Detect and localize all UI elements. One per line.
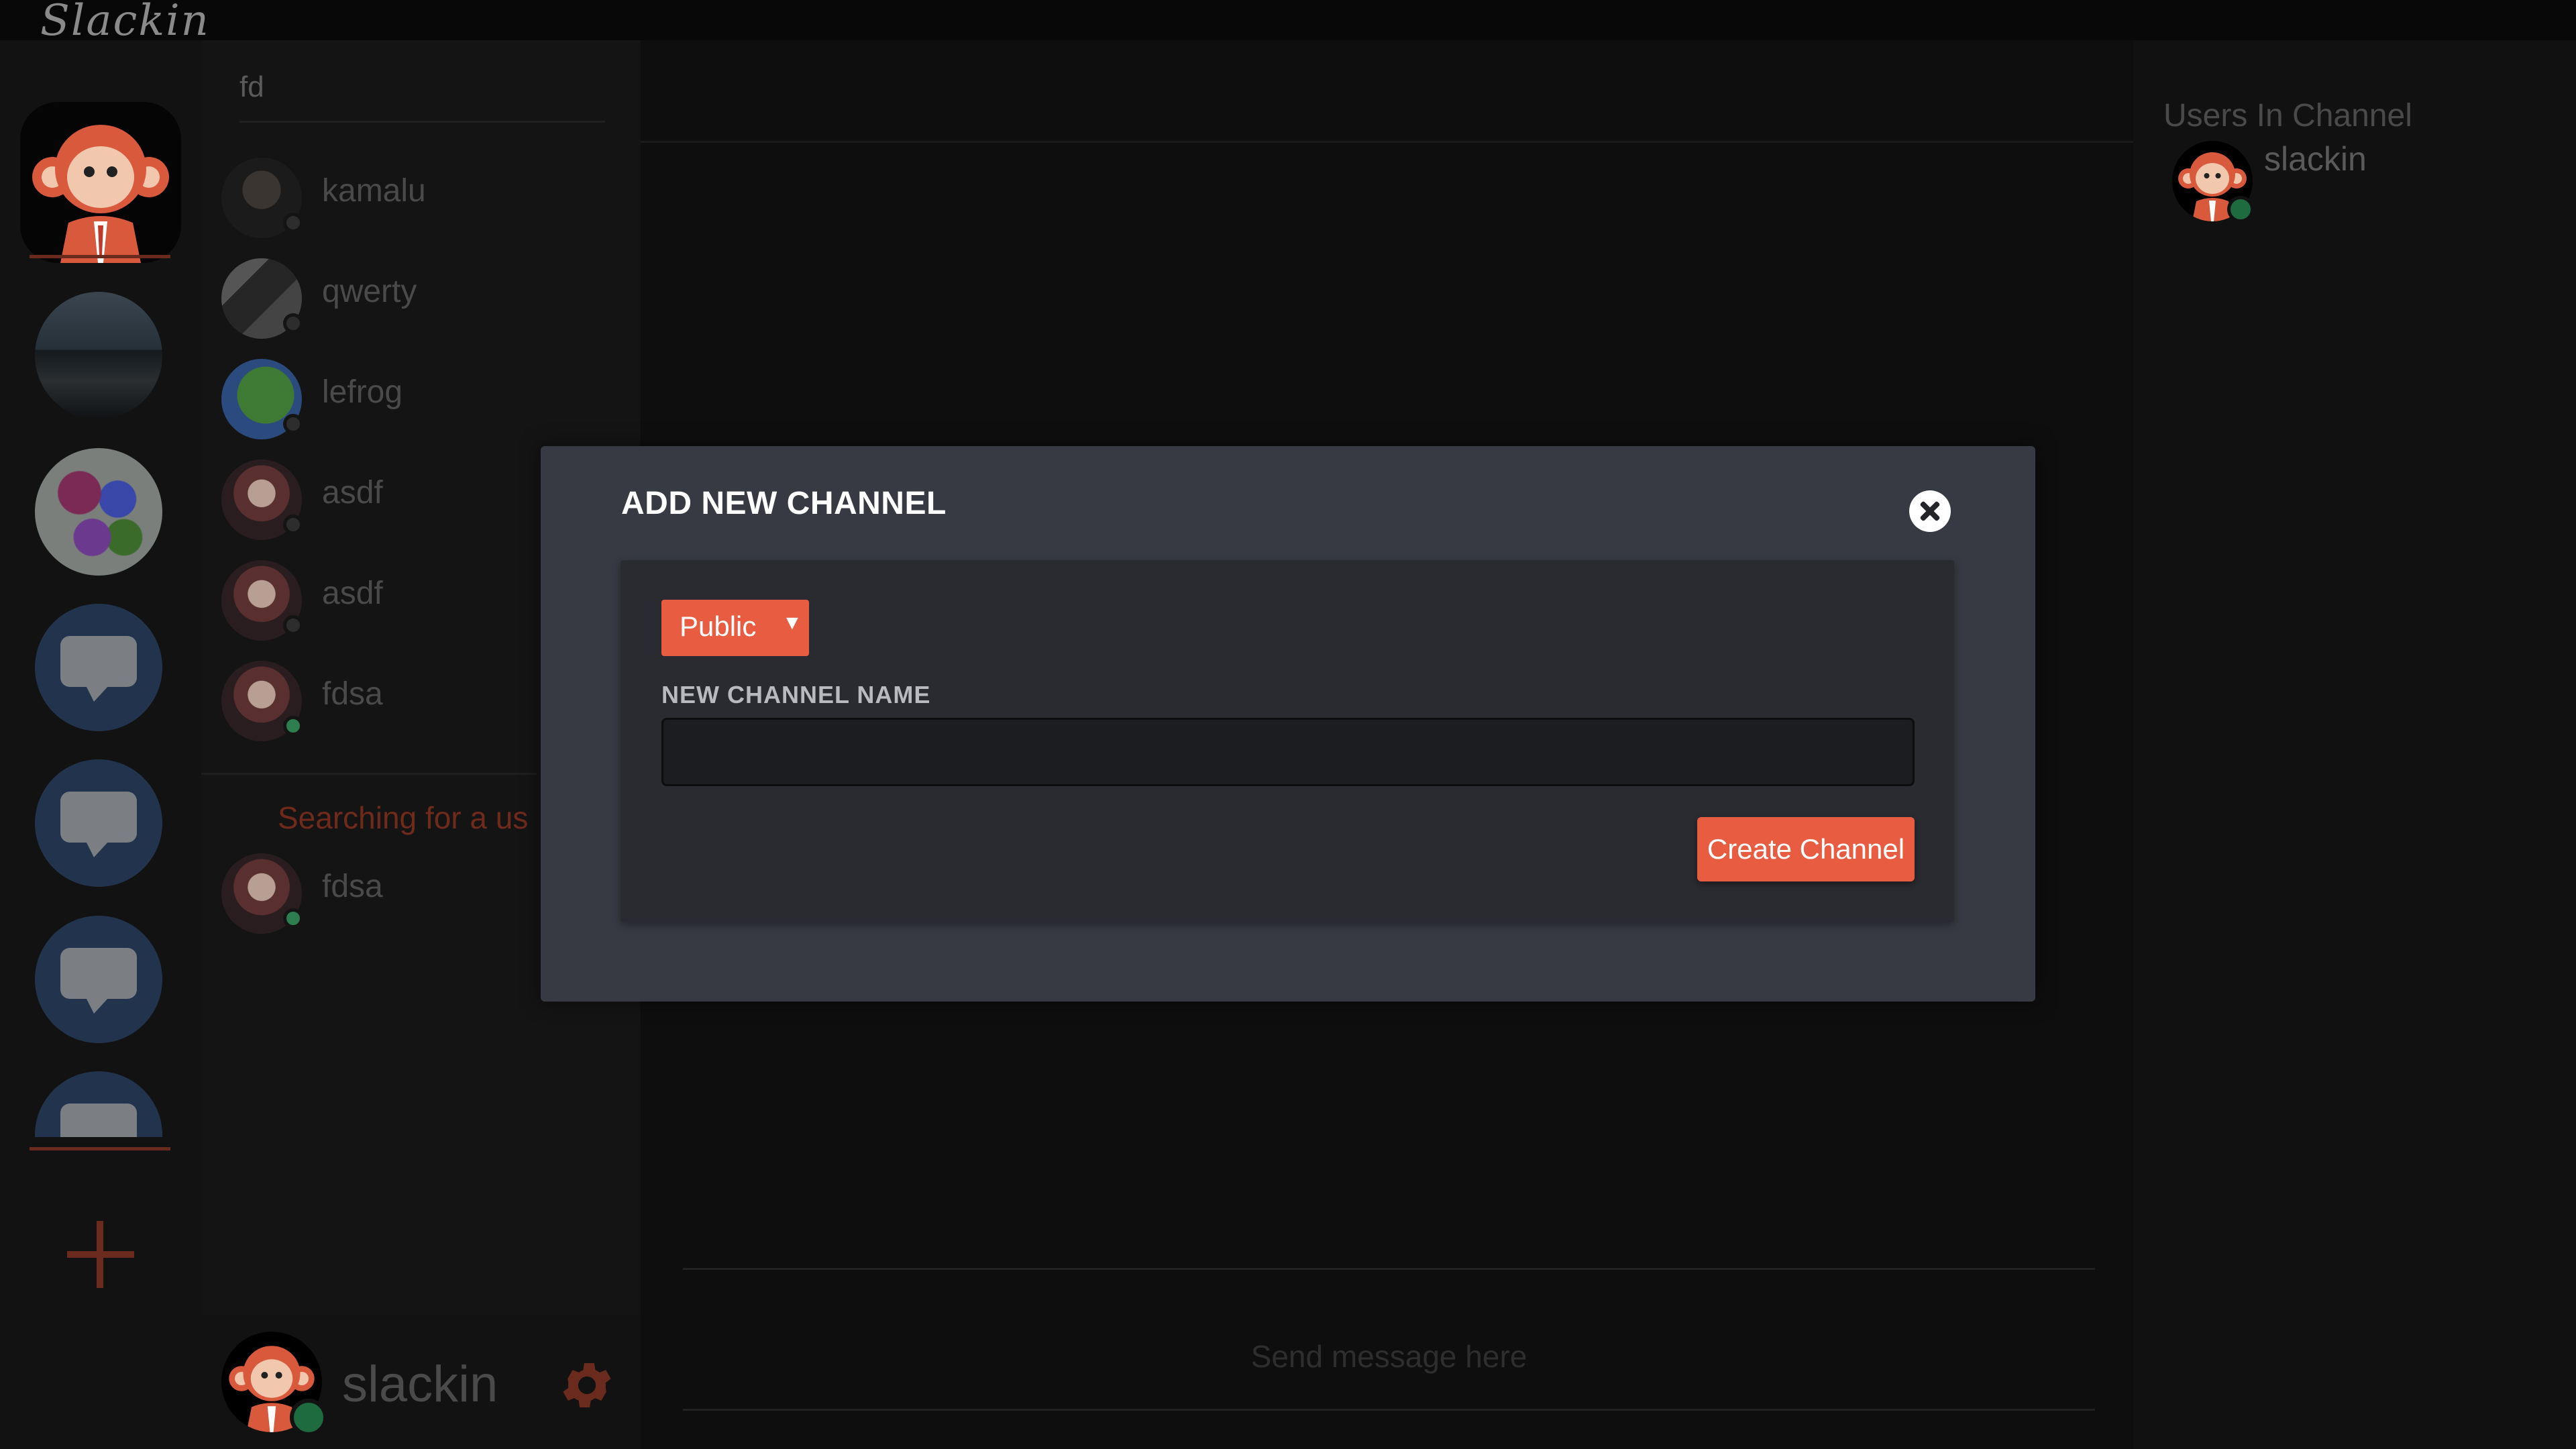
users-in-channel-panel (2133, 40, 2576, 1449)
rail-divider (30, 255, 170, 258)
status-dot (283, 716, 303, 736)
close-icon[interactable] (1909, 490, 1951, 532)
status-dot (283, 313, 303, 333)
home-server-avatar[interactable] (20, 102, 181, 263)
chat-header-divider (641, 141, 2133, 143)
modal-title: ADD NEW CHANNEL (621, 486, 947, 521)
server-flowers-avatar[interactable] (35, 448, 162, 576)
channel-user-status-dot (2227, 196, 2254, 223)
create-channel-button[interactable]: Create Channel (1697, 817, 1915, 881)
composer-divider-top (683, 1268, 2095, 1270)
contact-row[interactable]: kamalu (221, 158, 597, 245)
server-mountain-avatar[interactable] (35, 292, 162, 419)
contact-name: kamalu (322, 173, 426, 209)
monkey-logo-icon (32, 125, 169, 263)
user-search-input[interactable]: fd (239, 70, 264, 104)
users-in-channel-title: Users In Channel (2163, 98, 2412, 133)
status-dot (283, 908, 303, 928)
message-input[interactable]: Send message here (683, 1338, 2095, 1375)
current-user-name: slackin (342, 1356, 498, 1413)
channel-visibility-select[interactable]: Public ▼ (661, 600, 809, 656)
search-notice: Searching for a us (278, 800, 529, 835)
server-chat-3[interactable] (35, 916, 162, 1043)
app-logo: Slackin (40, 0, 210, 46)
chat-bubble-icon (60, 636, 137, 702)
chat-bubble-icon (60, 948, 137, 1014)
contacts-divider (201, 773, 537, 775)
chevron-down-icon: ▼ (782, 612, 802, 634)
add-server-plus-icon[interactable] (67, 1221, 134, 1288)
search-result-name: fdsa (322, 869, 383, 904)
server-rail (0, 40, 201, 1449)
visibility-selected-value: Public (680, 610, 757, 642)
contact-name: asdf (322, 576, 383, 611)
search-underline (239, 121, 605, 123)
top-bar (0, 0, 2576, 40)
contact-name: qwerty (322, 274, 417, 309)
contact-name: fdsa (322, 676, 383, 712)
channel-name-label: NEW CHANNEL NAME (661, 681, 931, 708)
status-dot (283, 615, 303, 635)
contact-row[interactable]: qwerty (221, 258, 597, 345)
channel-user-name: slackin (2264, 140, 2367, 178)
contact-name: asdf (322, 475, 383, 511)
channel-name-input[interactable] (661, 718, 1915, 786)
chat-bubble-icon (60, 792, 137, 857)
composer-divider-bottom (683, 1409, 2095, 1411)
server-chat-2[interactable] (35, 759, 162, 887)
settings-gear-icon[interactable] (557, 1355, 617, 1415)
contact-row[interactable]: lefrog (221, 359, 597, 446)
contact-name: lefrog (322, 374, 403, 410)
server-chat-4[interactable] (35, 1071, 162, 1137)
rail-divider (30, 1147, 170, 1150)
server-chat-1[interactable] (35, 604, 162, 731)
chat-bubble-icon (60, 1104, 137, 1137)
current-user-status-dot (290, 1399, 327, 1436)
status-dot (283, 213, 303, 233)
status-dot (283, 414, 303, 434)
status-dot (283, 515, 303, 535)
